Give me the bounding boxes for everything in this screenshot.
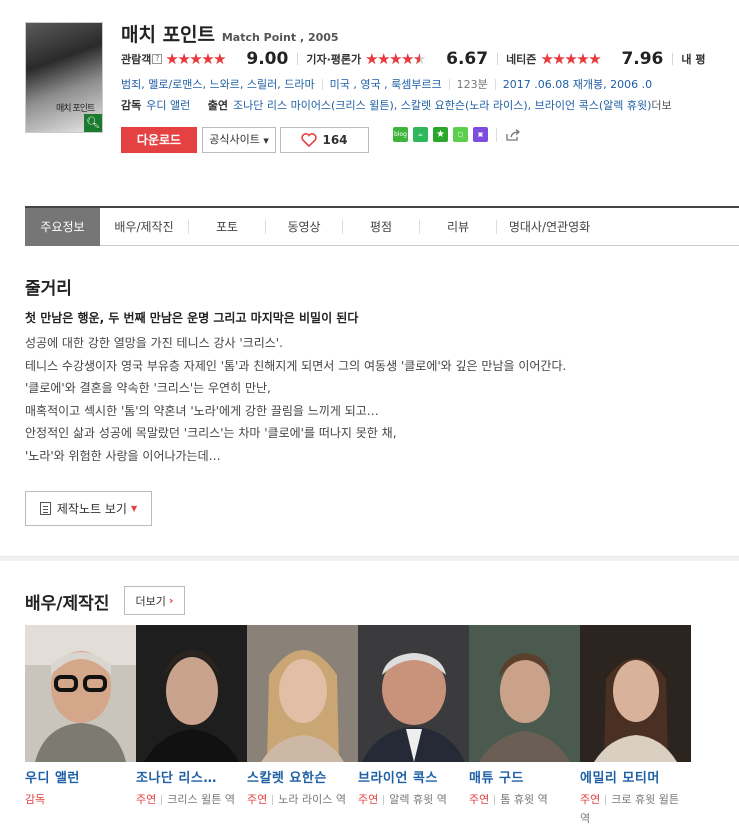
post-share-icon[interactable]: ▣ (473, 127, 488, 142)
cast-card[interactable]: 에밀리 모티머 주연 크로 휴윗 윌튼 역 (580, 625, 691, 828)
tab-rating[interactable]: 평점 (343, 208, 419, 246)
movie-title[interactable]: 매치 포인트 (121, 24, 215, 46)
zoom-icon[interactable]: 🔍︎ (84, 114, 102, 132)
cast-name[interactable]: 조나단 리스… (136, 767, 242, 786)
chevron-down-icon: ▼ (130, 504, 138, 513)
tab-photo[interactable]: 포토 (189, 208, 265, 246)
cast-role: 주연 알렉 휴윗 역 (358, 793, 447, 806)
synopsis-line: 안정적인 삶과 성공에 목말랐던 '크리스'는 차마 '클로에'를 떠나지 못한… (25, 426, 397, 440)
genre-links[interactable]: 범죄, 멜로/로맨스, 느와르, 스릴러, 드라마 (121, 76, 315, 92)
synopsis-line: '노라'와 위험한 사랑을 이어나가는데… (25, 448, 221, 463)
synopsis-text: 성공에 대한 강한 열망을 가진 테니스 강사 '크리스'. 테니스 수강생이자… (25, 332, 566, 467)
cast-photo[interactable] (469, 625, 580, 762)
chevron-down-icon: ▼ (263, 137, 269, 145)
cast-card[interactable]: 우디 앨런 감독 (25, 625, 136, 828)
cast-name[interactable]: 우디 앨런 (25, 767, 131, 786)
poster-title: 매치 포인트 (56, 104, 95, 114)
country-links[interactable]: 미국 , 영국 , 룩셈부르크 (330, 76, 442, 92)
synopsis-heading: 줄거리 (25, 279, 72, 299)
share-icon[interactable] (505, 128, 521, 142)
tab-review[interactable]: 리뷰 (420, 208, 496, 246)
like-count: 164 (322, 133, 348, 147)
blog-share-icon[interactable]: blog (393, 127, 408, 142)
cast-photo[interactable] (136, 625, 247, 762)
movie-poster[interactable]: 매치 포인트 🔍︎ (25, 22, 103, 133)
cast-photo[interactable] (25, 625, 136, 762)
rating-label-netizen: 네티즌 (506, 53, 537, 66)
share-icons: blog ☕ ★ ▢ ▣ (393, 127, 521, 142)
synopsis-headline: 첫 만남은 행운, 두 번째 만남은 운명 그리고 마지막은 비밀이 된다 (25, 311, 359, 325)
cast-list: 우디 앨런 감독 조나단 리스… 주연 크리스 윌튼 역 스칼렛 요한슨 주연 노라… (25, 625, 691, 828)
crew-row: 감독 우디 앨런 출연 조나단 리스 마이어스(크리스 윌튼), 스칼렛 요한슨(노… (121, 97, 672, 113)
crew-more-link[interactable]: 더보 (651, 99, 671, 112)
cast-photo[interactable] (247, 625, 358, 762)
band-share-icon[interactable]: ▢ (453, 127, 468, 142)
document-icon (39, 502, 51, 515)
section-divider (0, 556, 739, 561)
cast-name[interactable]: 매튜 구드 (469, 767, 575, 786)
netizen-stars: ★★★★★ ★★★★★ (540, 50, 601, 68)
movie-title-en: Match Point , 2005 (221, 31, 339, 44)
rating-label-critic: 기자·평론가 (306, 53, 362, 66)
audience-stars: ★★★★★ ★★★★★ (165, 50, 226, 68)
audience-score: 9.00 (246, 49, 289, 69)
cast-role: 주연 노라 라이스 역 (247, 793, 346, 806)
cast-more-label: 더보기 (135, 594, 166, 608)
cast-card[interactable]: 스칼렛 요한슨 주연 노라 라이스 역 (247, 625, 358, 828)
bookmark-share-icon[interactable]: ★ (433, 127, 448, 142)
production-note-button[interactable]: 제작노트 보기 ▼ (25, 491, 152, 526)
cast-photo[interactable] (580, 625, 691, 762)
rating-row: 관람객 ? ★★★★★ ★★★★★ 9.00 기자·평론가 ★★★★★ ★★★★★ … (121, 48, 705, 70)
cast-more-button[interactable]: 더보기 › (124, 586, 185, 615)
tab-main-info[interactable]: 주요정보 (25, 207, 100, 246)
action-buttons: 다운로드 공식사이트 ▼ 164 (121, 127, 369, 153)
movie-title-row: 매치 포인트 Match Point , 2005 (121, 20, 339, 47)
official-site-dropdown[interactable]: 공식사이트 ▼ (202, 127, 276, 153)
cast-name[interactable]: 브라이언 콕스 (358, 767, 464, 786)
official-site-label: 공식사이트 (209, 133, 260, 146)
synopsis-line: 테니스 수강생이자 영국 부유층 자제인 '톰'과 친해지게 되면서 그의 여동… (25, 358, 567, 373)
cast-label: 출연 (207, 99, 228, 112)
cast-role: 감독 (25, 793, 46, 806)
cast-photo[interactable] (358, 625, 469, 762)
runtime: 123분 (456, 78, 488, 91)
cast-role: 주연 톰 휴윗 역 (469, 793, 548, 806)
cast-role: 주연 크리스 윌튼 역 (136, 793, 235, 806)
synopsis-line: '클로에'와 결혼을 약속한 '크리스'는 우연히 만난, (25, 381, 271, 395)
production-note-label: 제작노트 보기 (56, 502, 127, 516)
synopsis-line: 매혹적이고 섹시한 '톰'의 약혼녀 '노라'에게 강한 끌림을 느끼게 되고… (25, 403, 379, 418)
main-tabs: 주요정보 배우/제작진 포토 동영상 평점 리뷰 명대사/연관영화 (25, 206, 739, 246)
like-button[interactable]: 164 (280, 127, 369, 153)
critic-score: 6.67 (446, 49, 489, 69)
synopsis-line: 성공에 대한 강한 열망을 가진 테니스 강사 '크리스'. (25, 336, 283, 350)
cast-role: 주연 크로 휴윗 윌튼 역 (580, 793, 679, 825)
release-date[interactable]: 2017 .06.08 재개봉, 2006 .0 (503, 76, 652, 92)
rating-label-audience: 관람객 (121, 53, 152, 66)
critic-stars: ★★★★★ ★★★★★ (365, 50, 426, 68)
tab-video[interactable]: 동영상 (266, 208, 342, 246)
cafe-share-icon[interactable]: ☕ (413, 127, 428, 142)
netizen-score: 7.96 (621, 49, 664, 69)
cast-card[interactable]: 매튜 구드 주연 톰 휴윗 역 (469, 625, 580, 828)
actor-links[interactable]: 조나단 리스 마이어스(크리스 윌튼), 스칼렛 요한슨(노라 라이스), 브라… (233, 99, 651, 112)
help-icon[interactable]: ? (152, 54, 163, 64)
heart-icon (301, 133, 318, 147)
cast-card[interactable]: 조나단 리스… 주연 크리스 윌튼 역 (136, 625, 247, 828)
tab-cast[interactable]: 배우/제작진 (100, 208, 188, 246)
cast-card[interactable]: 브라이언 콕스 주연 알렉 휴윗 역 (358, 625, 469, 828)
movie-info-row: 범죄, 멜로/로맨스, 느와르, 스릴러, 드라마 미국 , 영국 , 룩셈부르… (121, 76, 652, 92)
cast-name[interactable]: 에밀리 모티머 (580, 767, 686, 786)
tab-quotes-related[interactable]: 명대사/연관영화 (497, 208, 602, 246)
director-link[interactable]: 우디 앨런 (146, 99, 190, 112)
download-button[interactable]: 다운로드 (121, 127, 197, 153)
cast-name[interactable]: 스칼렛 요한슨 (247, 767, 353, 786)
chevron-right-icon: › (168, 594, 174, 607)
rating-label-mine[interactable]: 내 평 (681, 51, 705, 67)
director-label: 감독 (121, 99, 142, 112)
cast-heading: 배우/제작진 (25, 594, 110, 614)
